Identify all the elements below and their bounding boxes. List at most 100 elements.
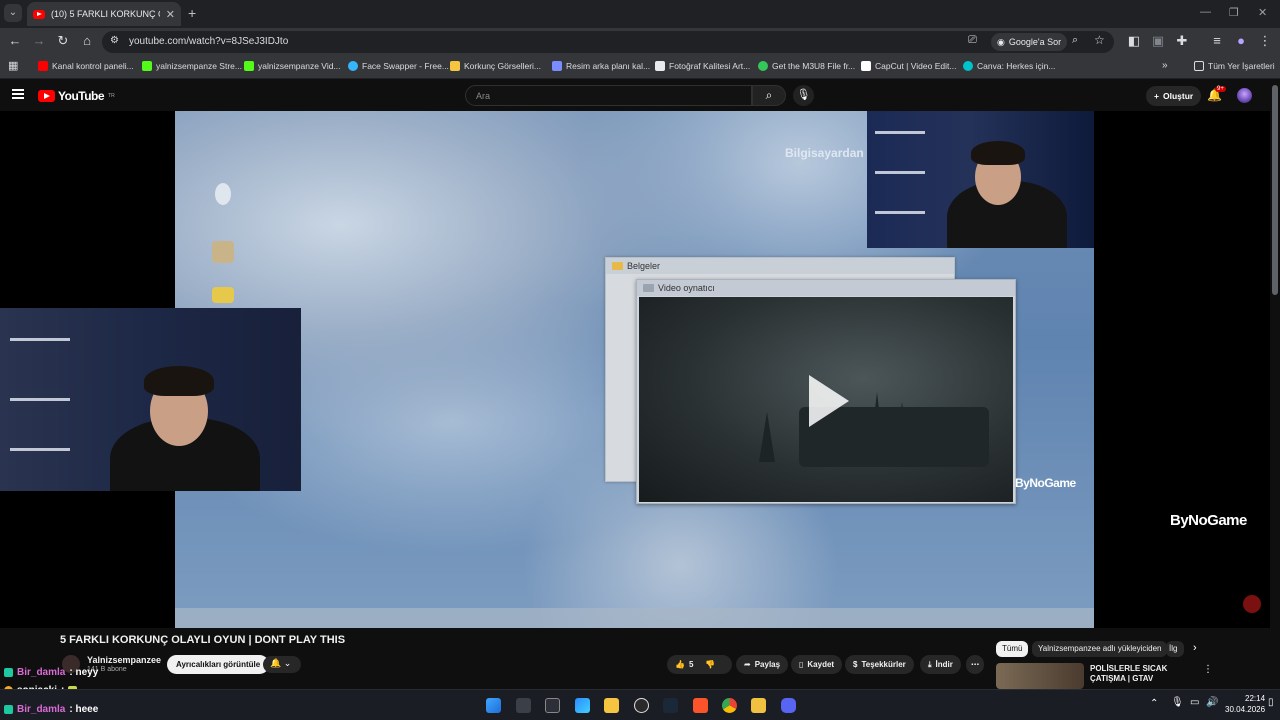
share-button[interactable]: ➦ Paylaş <box>736 655 789 674</box>
recommended-menu-icon[interactable]: ⋮ <box>1203 664 1213 675</box>
photos-icon[interactable] <box>575 698 590 713</box>
bookmark-item[interactable]: Korkunç Görselleri... <box>450 61 541 71</box>
menu-icon[interactable] <box>12 89 24 99</box>
notification-center-icon[interactable]: ▯ <box>1268 697 1274 708</box>
discord-icon[interactable] <box>781 698 796 713</box>
folder-icon <box>612 262 623 270</box>
channel-name[interactable]: Yalnizsempanzee <box>87 655 161 665</box>
site-info-icon[interactable]: ⚙ <box>110 35 119 46</box>
system-clock[interactable]: 22:14 30.04.2026 <box>1225 693 1265 715</box>
like-dislike-group[interactable]: 👍 5 👎 <box>667 655 732 674</box>
close-window-icon[interactable]: ✕ <box>1258 6 1267 19</box>
bookmark-item[interactable]: Face Swapper - Free... <box>348 61 449 71</box>
browser-tab-bar: ⌄ (10) 5 FARKLI KORKUNÇ OLAYLI ✕ + — ❐ ✕ <box>0 0 1280 28</box>
bookmarks-overflow-icon[interactable]: » <box>1162 60 1168 71</box>
watermark-logo-large: ByNoGame <box>1170 512 1247 529</box>
apps-grid-icon[interactable]: ▦ <box>8 59 18 72</box>
reading-list-icon[interactable]: ≡ <box>1209 33 1225 48</box>
task-view-icon[interactable] <box>516 698 531 713</box>
view-perks-button[interactable]: Ayrıcalıkları görüntüle <box>167 655 270 674</box>
channel-watermark-icon[interactable] <box>1243 595 1261 613</box>
bookmark-item[interactable]: Canva: Herkes için... <box>963 61 1055 71</box>
file-explorer-icon[interactable] <box>604 698 619 713</box>
bell-icon: 🔔 ⌄ <box>270 658 292 668</box>
steam-icon[interactable] <box>663 698 678 713</box>
browser-menu-icon[interactable]: ⋮ <box>1257 33 1273 49</box>
shelf-shape <box>875 211 925 214</box>
video-title: 5 FARKLI KORKUNÇ OLAYLI OYUN | DONT PLAY… <box>60 634 346 646</box>
browser-tab-active[interactable]: (10) 5 FARKLI KORKUNÇ OLAYLI ✕ <box>27 2 181 26</box>
chip-all[interactable]: Tümü <box>996 641 1029 657</box>
thanks-button[interactable]: $ Teşekkürler <box>845 655 914 674</box>
download-button[interactable]: ⤓ İndir <box>920 655 961 674</box>
new-tab-button[interactable]: + <box>188 5 196 21</box>
dislike-icon[interactable]: 👎 <box>705 660 715 669</box>
profile-icon[interactable]: ● <box>1233 33 1249 48</box>
bookmark-favicon-icon <box>655 61 665 71</box>
recommended-thumbnail[interactable] <box>996 663 1084 689</box>
chrome-icon[interactable] <box>722 698 737 713</box>
avatar[interactable] <box>1237 88 1252 103</box>
volume-icon[interactable]: 🔊 <box>1206 697 1218 708</box>
microphone-icon[interactable]: 🎙 <box>1171 697 1184 708</box>
recommended-title[interactable]: POLİSLERLE SICAK ÇATIŞMA | GTAV <box>1090 664 1198 684</box>
extension-icon[interactable]: ▣ <box>1150 33 1166 49</box>
voice-search-icon[interactable]: 🎙 <box>793 85 814 106</box>
home-icon[interactable]: ⌂ <box>79 33 95 48</box>
youtube-logo[interactable]: YouTube TR <box>38 89 115 103</box>
video-window-title: Video oynatıcı <box>658 283 715 293</box>
video-screen <box>639 297 1013 502</box>
create-button[interactable]: + Oluştur <box>1146 86 1202 106</box>
more-actions-icon[interactable]: ⋯ <box>966 655 984 674</box>
zoom-icon[interactable]: ⌕ <box>1072 34 1078 47</box>
tray-chevron-icon[interactable]: ⌃ <box>1150 698 1158 709</box>
network-icon[interactable]: ▭ <box>1190 697 1199 708</box>
page-scrollbar[interactable] <box>1272 85 1278 295</box>
video-player[interactable]: Bilgisayardan ç Belgeler Video oynatıcı … <box>0 111 1270 628</box>
bookmark-item[interactable]: Fotoğraf Kalitesi Art... <box>655 61 750 71</box>
back-icon[interactable]: ← <box>7 33 23 48</box>
like-icon[interactable]: 👍 <box>675 660 685 669</box>
search-button[interactable]: ⌕ <box>752 85 786 106</box>
chip-related[interactable]: İlg <box>1166 641 1184 657</box>
watermark-logo: ByNoGame <box>1015 476 1076 490</box>
all-bookmarks-button[interactable]: Tüm Yer İşaretleri <box>1194 61 1275 71</box>
bookmark-item[interactable]: Kanal kontrol paneli... <box>38 61 134 71</box>
chat-message: Bir_damla: neyy <box>4 667 98 678</box>
bookmark-item[interactable]: Get the M3U8 File fr... <box>758 61 855 71</box>
subscription-bell-button[interactable]: 🔔 ⌄ <box>263 656 301 673</box>
maximize-icon[interactable]: ❐ <box>1229 6 1239 19</box>
webcam-overlay-left <box>0 308 301 491</box>
bookmark-item[interactable]: Resim arka planı kal... <box>552 61 650 71</box>
address-bar[interactable]: ⚙ youtube.com/watch?v=8JSeJ3IDJto ⎚ ◉ Go… <box>102 31 1114 53</box>
reload-icon[interactable]: ↻ <box>55 33 71 49</box>
canva-favicon-icon <box>963 61 973 71</box>
youtube-logo-icon <box>38 90 55 102</box>
bookmark-item[interactable]: yalnizsempanze Vid... <box>244 61 341 71</box>
app-icon[interactable] <box>751 698 766 713</box>
minimize-icon[interactable]: — <box>1200 6 1211 18</box>
bookmark-item[interactable]: CapCut | Video Edit... <box>861 61 956 71</box>
widgets-icon[interactable] <box>545 698 560 713</box>
documents-window-title: Belgeler <box>627 261 661 271</box>
ask-google-button[interactable]: ◉ Google'a Sor <box>991 33 1068 51</box>
chip-uploader[interactable]: Yalnizsempanzee adlı yükleyiciden <box>1032 641 1168 657</box>
bookmark-star-icon[interactable]: ☆ <box>1094 33 1105 47</box>
ask-google-label: Google'a Sor <box>1008 37 1062 47</box>
tab-list-button[interactable]: ⌄ <box>4 4 22 22</box>
search-input[interactable]: Ara <box>465 85 752 106</box>
chevron-right-icon[interactable]: › <box>1193 642 1197 654</box>
tab-close-icon[interactable]: ✕ <box>166 8 175 21</box>
bookmark-item[interactable]: yalnizsempanze Stre... <box>142 61 242 71</box>
start-icon[interactable] <box>486 698 501 713</box>
save-button[interactable]: ▯ Kaydet <box>791 655 843 674</box>
desktop-icon <box>203 241 243 266</box>
brave-icon[interactable] <box>693 698 708 713</box>
folder-icon <box>203 287 243 306</box>
extension-d-icon[interactable]: ◧ <box>1126 33 1142 49</box>
extensions-puzzle-icon[interactable]: ✚ <box>1174 33 1190 49</box>
shelf-shape <box>10 448 70 451</box>
cast-icon[interactable]: ⎚ <box>968 34 977 47</box>
forward-icon[interactable]: → <box>31 33 47 48</box>
obs-icon[interactable] <box>634 698 649 713</box>
